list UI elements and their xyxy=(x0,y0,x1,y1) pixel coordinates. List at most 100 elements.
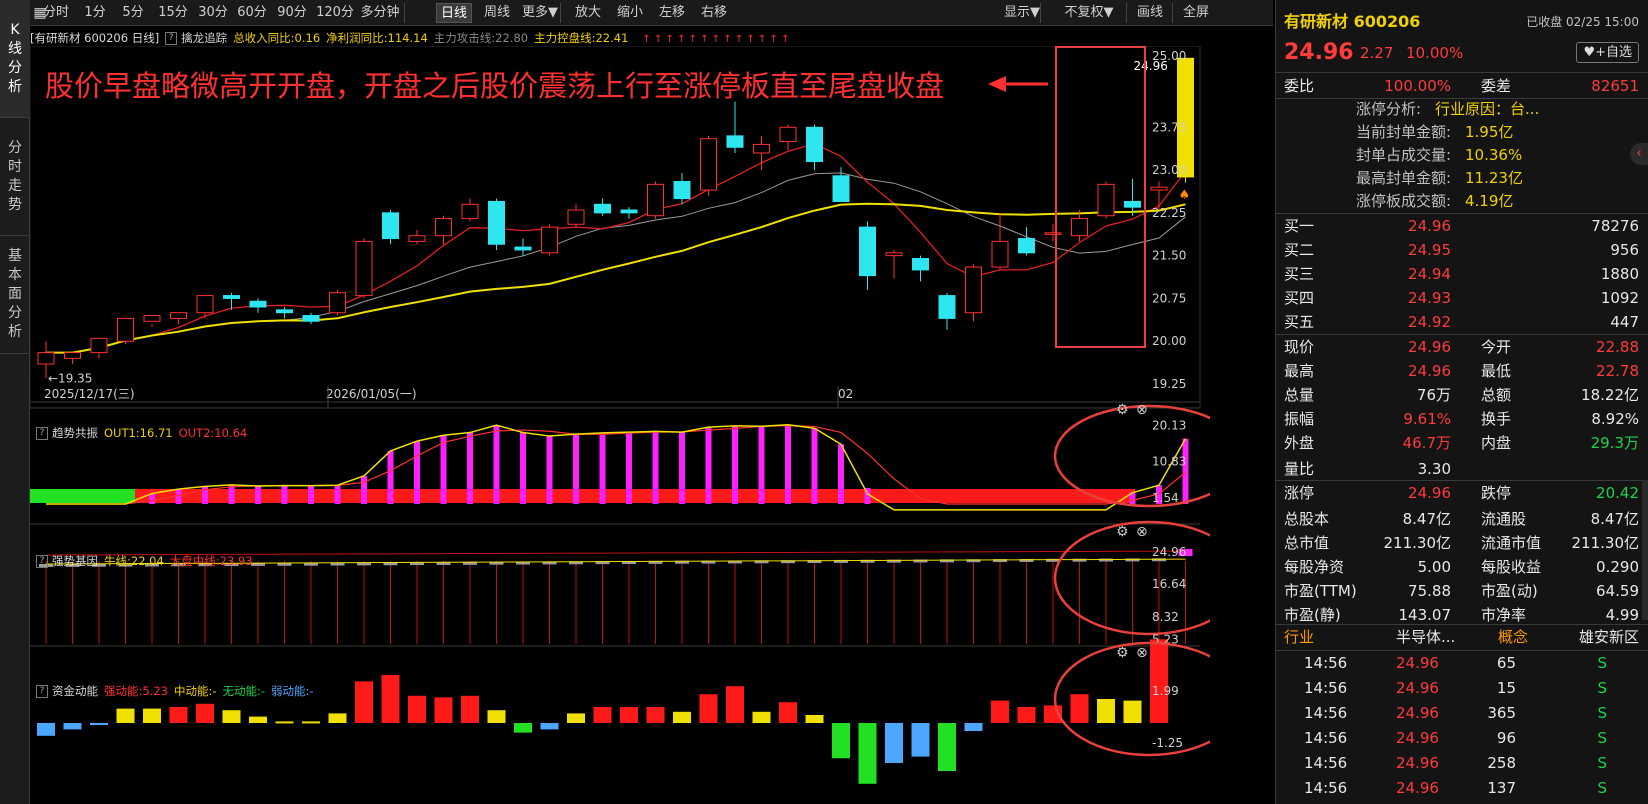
trend-bar xyxy=(467,432,473,504)
help-icon[interactable]: ? xyxy=(36,427,48,440)
sidebar-tab-2[interactable]: 基本面分析 xyxy=(0,236,30,354)
toolbar-button-3[interactable]: 15分 xyxy=(154,3,192,23)
stat-value: 24.96 xyxy=(1408,362,1451,380)
settings-icon[interactable]: ⚙ xyxy=(1116,645,1129,661)
trade-price: 24.96 xyxy=(1396,654,1439,672)
candle xyxy=(64,352,81,365)
stat-value: 22.88 xyxy=(1596,338,1639,356)
limit-row: 最高封单金额: 11.23亿 xyxy=(1276,167,1648,190)
indicator-value-2: 主力攻击线:22.80 xyxy=(433,31,529,45)
toolbar-button-15[interactable]: 右移 xyxy=(694,3,734,23)
panel-scrollbar[interactable] xyxy=(1642,480,1648,620)
candle xyxy=(514,238,532,256)
toolbar-button-6[interactable]: 90分 xyxy=(273,3,311,23)
stat-label: 涨停 xyxy=(1284,484,1315,502)
help-icon[interactable]: ? xyxy=(36,685,48,698)
trend-bar xyxy=(599,432,606,504)
add-watchlist-button[interactable]: ♥+自选 xyxy=(1576,42,1639,63)
concept-value: 雄安新区 xyxy=(1578,628,1639,646)
toolbar-button-1[interactable]: 1分 xyxy=(78,3,112,23)
toolbar-button-11[interactable]: 更多▼ xyxy=(520,3,560,23)
trade-price: 24.96 xyxy=(1396,679,1439,697)
fund-bar xyxy=(885,723,903,763)
fund-bar xyxy=(434,697,453,723)
trade-row: 14:56 24.96 96 S xyxy=(1276,726,1648,751)
sidebar-tab-char: 析 xyxy=(8,324,22,340)
toolbar-button-14[interactable]: 左移 xyxy=(652,3,692,23)
toolbar-button-7[interactable]: 120分 xyxy=(313,3,357,23)
trade-time: 14:56 xyxy=(1304,704,1348,722)
sidebar-tab-0[interactable]: K线分析 xyxy=(0,0,30,118)
trade-time: 14:56 xyxy=(1304,679,1348,697)
stat-label: 最低 xyxy=(1481,362,1512,380)
toolbar-button-4[interactable]: 30分 xyxy=(194,3,232,23)
toolbar-button-12[interactable]: 放大 xyxy=(568,3,608,23)
toolbar-separator xyxy=(1172,3,1173,23)
toolbar-button-10[interactable]: 周线 xyxy=(478,3,516,23)
toolbar-button-9[interactable]: 日线 xyxy=(436,3,472,23)
close-icon[interactable]: ⊗ xyxy=(1136,402,1148,418)
green-zone xyxy=(30,489,135,503)
fund-bar xyxy=(461,695,479,723)
limit-label: 当前封单金额: xyxy=(1356,123,1452,141)
settings-icon[interactable]: ⚙ xyxy=(1116,524,1129,540)
trade-side: S xyxy=(1597,654,1607,672)
price-pct: 10.00% xyxy=(1406,44,1464,62)
fund-bar xyxy=(302,721,320,724)
toolbar-button-5[interactable]: 60分 xyxy=(233,3,271,23)
arrow-head xyxy=(988,76,1006,92)
stat-label: 振幅 xyxy=(1284,410,1315,428)
fund-bar xyxy=(858,723,877,784)
settings-icon[interactable]: ⚙ xyxy=(1116,402,1129,418)
toolbar-separator xyxy=(1040,3,1041,23)
price-row: 24.96 2.27 10.00% ♥+自选 xyxy=(1276,38,1648,68)
stat-label: 总股本 xyxy=(1284,510,1330,528)
candle xyxy=(938,292,956,330)
trade-price: 24.96 xyxy=(1396,754,1439,772)
toolbar-button-8[interactable]: 多分钟 xyxy=(360,3,400,23)
stat-value: 0.290 xyxy=(1596,558,1639,576)
trade-price: 24.96 xyxy=(1396,704,1439,722)
candle xyxy=(435,215,452,245)
sidebar-tab-char: 分 xyxy=(8,59,22,76)
trade-volume: 65 xyxy=(1496,654,1516,672)
sidebar-tab-char: 走 xyxy=(8,177,22,194)
toolbar-button-17[interactable]: 不复权▼ xyxy=(1058,3,1120,23)
trade-time: 14:56 xyxy=(1304,654,1348,672)
collapse-panel-icon[interactable]: ‹ xyxy=(1630,143,1648,165)
sidebar-tab-char: 析 xyxy=(8,78,22,95)
bid-row: 买三 24.94 1880 xyxy=(1276,262,1648,286)
toolbar-button-2[interactable]: 5分 xyxy=(116,3,150,23)
toolbar-button-19[interactable]: 全屏 xyxy=(1176,3,1216,23)
close-icon[interactable]: ⊗ xyxy=(1136,645,1148,661)
stat-value: 75.88 xyxy=(1408,582,1451,600)
industry-label: 行业 xyxy=(1284,628,1315,646)
fund-bar xyxy=(222,710,241,723)
limit-value: 行业原因：台... xyxy=(1435,100,1540,118)
calendar-icon[interactable]: ▦ xyxy=(30,3,50,23)
candle xyxy=(912,255,929,282)
trend-bar xyxy=(626,432,632,504)
indicator-value-0: 总收入同比:0.16 xyxy=(233,31,321,45)
trend-bar xyxy=(255,486,261,504)
stock-name-row: 有研新材 600206 已收盘 02/25 15:00 xyxy=(1276,8,1648,36)
fund-bar xyxy=(487,710,506,723)
toolbar-button-16[interactable]: 显示▼ xyxy=(998,3,1046,23)
bid-price: 24.96 xyxy=(1408,217,1451,235)
candle xyxy=(408,229,426,245)
toolbar-button-13[interactable]: 缩小 xyxy=(610,3,650,23)
limit-row: 涨停分析: 行业原因：台... xyxy=(1276,98,1648,121)
left-sidebar: K线分析分时走势基本面分析 xyxy=(0,0,30,804)
toolbar-button-18[interactable]: 画线 xyxy=(1131,3,1169,23)
help-icon[interactable]: ? xyxy=(165,32,178,45)
indicator-value-1: 净利润同比:114.14 xyxy=(326,31,428,45)
candle xyxy=(1124,178,1141,216)
help-icon[interactable]: ? xyxy=(36,555,48,568)
stat-label: 流通股 xyxy=(1481,510,1527,528)
y-tick-label: 21.50 xyxy=(1152,249,1186,263)
sidebar-tab-1[interactable]: 分时走势 xyxy=(0,118,30,236)
fund-bar xyxy=(355,681,373,723)
candle xyxy=(620,207,638,219)
close-icon[interactable]: ⊗ xyxy=(1136,524,1148,540)
candle xyxy=(726,101,744,153)
